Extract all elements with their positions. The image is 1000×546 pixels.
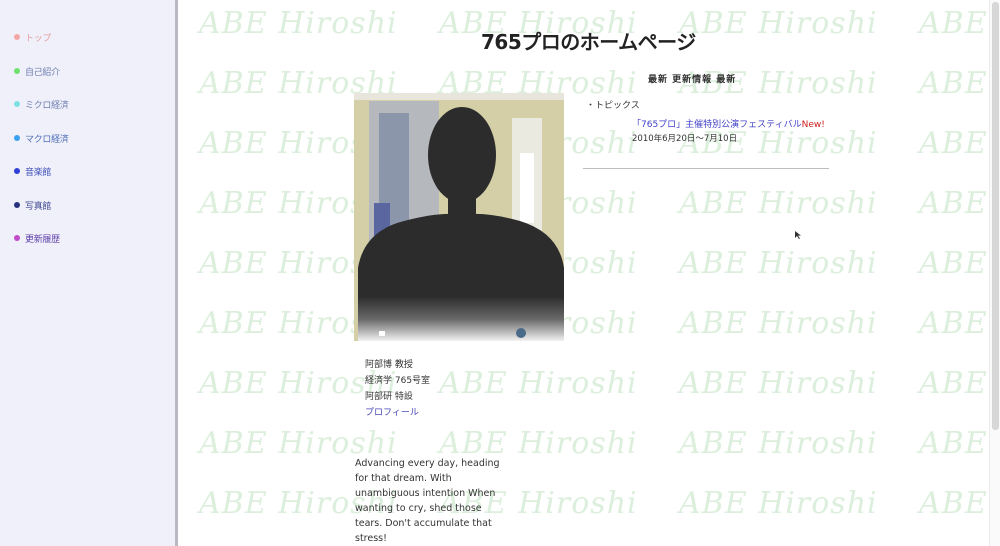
main-content: ABE Hiroshi ABE Hiroshi ABE Hiroshi ABE Hir… bbox=[181, 0, 990, 546]
profile-line-name: 阿部博 教授 bbox=[365, 360, 413, 370]
watermark-text: ABE Hiroshi bbox=[679, 486, 878, 521]
profile-info: 阿部博 教授 経済学 765号室 阿部研 特設 プロフィール bbox=[365, 357, 430, 421]
watermark-text: ABE Hiroshi bbox=[199, 6, 398, 41]
divider bbox=[583, 168, 829, 169]
bullet-dot-icon bbox=[14, 168, 20, 174]
nav-link[interactable]: 更新履歴 bbox=[25, 232, 60, 245]
nav-item[interactable]: 更新履歴 bbox=[14, 232, 175, 266]
watermark-text: ABE Hiroshi bbox=[679, 426, 878, 461]
watermark-text: ABE Hiroshi bbox=[919, 246, 990, 281]
nav-item[interactable]: マクロ経済 bbox=[14, 132, 175, 166]
nav-link[interactable]: 自己紹介 bbox=[25, 65, 60, 78]
topics-label: ・トピックス bbox=[586, 101, 640, 111]
watermark-text: ABE Hiroshi bbox=[919, 486, 990, 521]
watermark-text: ABE Hiroshi bbox=[919, 366, 990, 401]
mouse-cursor-icon bbox=[795, 231, 801, 239]
scrollbar[interactable] bbox=[989, 0, 1000, 546]
sidebar-menu: トップ自己紹介ミクロ経済マクロ経済音楽館写真館更新履歴 bbox=[0, 0, 175, 266]
sidebar-nav: トップ自己紹介ミクロ経済マクロ経済音楽館写真館更新履歴 bbox=[0, 0, 178, 546]
nav-link[interactable]: トップ bbox=[25, 31, 51, 44]
watermark-background: ABE Hiroshi ABE Hiroshi ABE Hiroshi ABE Hir… bbox=[181, 0, 990, 546]
profile-line-lab: 阿部研 特設 bbox=[365, 392, 413, 402]
watermark-text: ABE Hiroshi bbox=[919, 66, 990, 101]
nav-item[interactable]: 自己紹介 bbox=[14, 65, 175, 99]
profile-link[interactable]: プロフィール bbox=[365, 408, 419, 418]
nav-link[interactable]: ミクロ経済 bbox=[25, 98, 69, 111]
watermark-text: ABE Hiroshi bbox=[679, 306, 878, 341]
nav-item[interactable]: トップ bbox=[14, 31, 175, 65]
nav-item[interactable]: 写真館 bbox=[14, 199, 175, 233]
watermark-text: ABE Hiroshi bbox=[919, 126, 990, 161]
updates-header: 最新 更新情報 最新 bbox=[648, 75, 737, 85]
bullet-dot-icon bbox=[14, 34, 20, 40]
nav-link[interactable]: 音楽館 bbox=[25, 165, 51, 178]
nav-link[interactable]: 写真館 bbox=[25, 199, 51, 212]
motto-text: Advancing every day, heading for that dr… bbox=[355, 458, 500, 544]
watermark-text: ABE Hiroshi bbox=[919, 186, 990, 221]
news-title: 「765プロ」主催特別公演フェスティバル bbox=[632, 120, 802, 130]
profile-line-room: 経済学 765号室 bbox=[365, 376, 431, 386]
watermark-text: ABE Hiroshi bbox=[679, 366, 878, 401]
watermark-text: ABE Hiroshi bbox=[919, 426, 990, 461]
profile-photo bbox=[354, 93, 564, 341]
bullet-dot-icon bbox=[14, 201, 20, 208]
news-link[interactable]: 「765プロ」主催特別公演フェスティバルNew! bbox=[632, 117, 825, 130]
watermark-text: ABE Hiroshi bbox=[679, 246, 878, 281]
scrollbar-thumb[interactable] bbox=[992, 2, 999, 430]
watermark-text: ABE Hiroshi bbox=[919, 306, 990, 341]
nav-item[interactable]: ミクロ経済 bbox=[14, 98, 175, 132]
bullet-dot-icon bbox=[14, 67, 20, 74]
watermark-text: ABE Hiroshi bbox=[679, 186, 878, 221]
news-date: 2010年6月20日～7月10日 bbox=[632, 134, 738, 144]
bullet-dot-icon bbox=[14, 235, 20, 241]
watermark-text: ABE Hiroshi bbox=[919, 6, 990, 41]
watermark-text: ABE Hiroshi bbox=[439, 366, 638, 401]
bullet-dot-icon bbox=[14, 101, 20, 107]
page-title: 765プロのホームページ bbox=[481, 30, 696, 54]
nav-item[interactable]: 音楽館 bbox=[14, 165, 175, 199]
bullet-dot-icon bbox=[14, 134, 20, 141]
new-badge: New! bbox=[801, 120, 825, 130]
nav-link[interactable]: マクロ経済 bbox=[25, 132, 69, 145]
silhouette-image bbox=[354, 93, 564, 341]
